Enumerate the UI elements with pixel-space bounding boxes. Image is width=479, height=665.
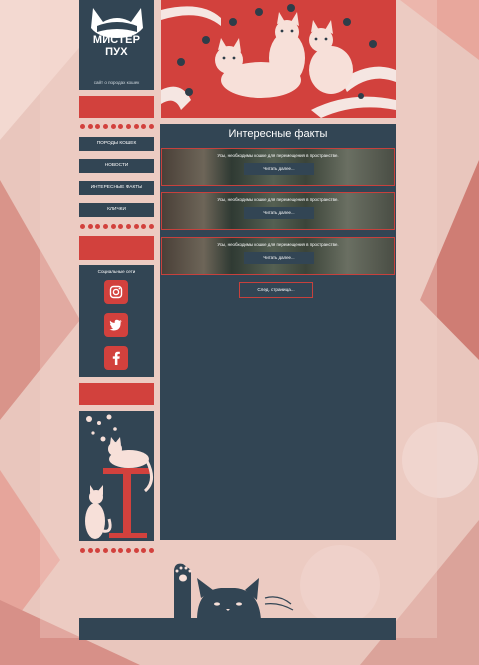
page-title: Интересные факты <box>228 128 328 140</box>
footer-cat-illustration <box>79 563 396 640</box>
site-tagline: сайт о породах кошек <box>93 80 140 85</box>
social-title: Социальные сети <box>97 269 136 274</box>
sidebar-red-block-1 <box>79 96 154 118</box>
instagram-icon[interactable] <box>104 280 128 304</box>
fact-card: Усы, необходимы кошке для перемещения в … <box>161 148 395 186</box>
dots-divider-1 <box>80 124 154 130</box>
site-logo-block[interactable]: МИСТЕР ПУХ сайт о породах кошек <box>79 0 154 90</box>
read-more-button[interactable]: Читать далее... <box>244 252 314 264</box>
cat-tree-illustration <box>79 411 154 541</box>
sidebar-red-block-2 <box>79 236 154 260</box>
fact-card: Усы, необходимы кошке для перемещения в … <box>161 237 395 275</box>
facebook-icon[interactable] <box>104 346 128 370</box>
read-more-button[interactable]: Читать далее... <box>244 163 314 175</box>
cat-ears-logo-icon <box>91 8 143 38</box>
fact-card-text: Усы, необходимы кошке для перемещения в … <box>217 197 339 202</box>
nav-item-facts[interactable]: ИНТЕРЕСНЫЕ ФАКТЫ <box>79 181 154 195</box>
main-content-panel <box>160 124 396 540</box>
sidebar-red-block-3 <box>79 383 154 405</box>
nav-item-breeds[interactable]: ПОРОДЫ КОШЕК <box>79 137 154 151</box>
nav-item-news[interactable]: НОВОСТИ <box>79 159 154 173</box>
next-page-button[interactable]: След. страница... <box>239 282 313 298</box>
fact-card: Усы, необходимы кошке для перемещения в … <box>161 192 395 230</box>
dots-divider-2 <box>80 224 154 230</box>
read-more-button[interactable]: Читать далее... <box>244 207 314 219</box>
social-networks-block: Социальные сети <box>79 265 154 377</box>
fact-card-text: Усы, необходимы кошке для перемещения в … <box>217 153 339 158</box>
nav-item-names[interactable]: КЛИЧКИ <box>79 203 154 217</box>
twitter-icon[interactable] <box>104 313 128 337</box>
site-brand: МИСТЕР ПУХ <box>92 34 141 58</box>
header-banner-cats <box>161 0 396 118</box>
fact-card-text: Усы, необходимы кошке для перемещения в … <box>217 242 339 247</box>
